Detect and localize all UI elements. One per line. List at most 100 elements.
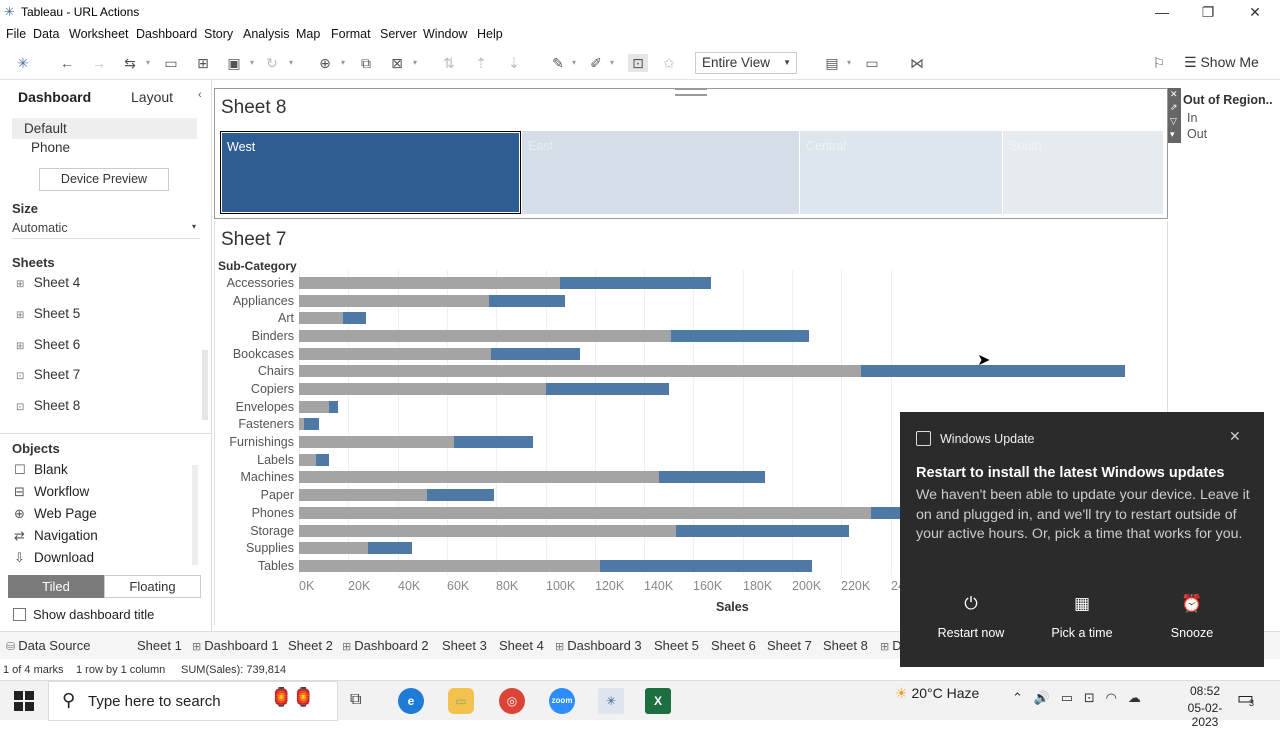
dropdown-caret-icon[interactable]: ▾ (289, 55, 297, 71)
bar-out-segment[interactable] (299, 489, 428, 501)
zoom-icon[interactable]: zoom (549, 688, 575, 714)
tab-sheet-8[interactable]: Sheet 8 (823, 638, 868, 653)
tab-dashboard[interactable]: Dashboard (18, 89, 91, 105)
bar-out-segment[interactable] (299, 507, 871, 519)
refresh-icon[interactable]: ↻ (262, 54, 282, 72)
bar-out-segment[interactable] (299, 436, 455, 448)
redo-icon[interactable]: → (89, 54, 109, 72)
menu-map[interactable]: Map (296, 27, 320, 41)
snooze-button[interactable]: ⏰ Snooze (1137, 594, 1247, 640)
menu-server[interactable]: Server (380, 27, 417, 41)
bar-out-segment[interactable] (299, 401, 329, 413)
dropdown-caret-icon[interactable]: ▾ (146, 55, 154, 71)
tab-sheet-2[interactable]: Sheet 2 (288, 638, 333, 653)
bar-in-segment[interactable] (454, 436, 534, 448)
minimize-button[interactable]: — (1147, 2, 1177, 22)
menu-dashboard[interactable]: Dashboard (136, 27, 197, 41)
size-select[interactable]: Automatic ▾ (12, 221, 200, 239)
region-west[interactable]: West (220, 131, 521, 214)
share-icon[interactable]: ⋈ (907, 54, 927, 72)
clock[interactable]: 08:52 05-02-2023 (1185, 684, 1225, 729)
dropdown-caret-icon[interactable]: ▾ (250, 55, 258, 71)
bar-out-segment[interactable] (299, 312, 344, 324)
sheet-list-item[interactable]: ⊞ Sheet 4 (16, 275, 80, 295)
tab-dashboard-3[interactable]: ⊞ Dashboard 3 (555, 638, 642, 653)
tab-data-source[interactable]: ⛁ Data Source (6, 638, 90, 653)
bar-in-segment[interactable] (560, 277, 711, 289)
clear-sheet-icon[interactable]: ⊠ (387, 54, 407, 72)
sort-ascending-icon[interactable]: ⇡ (471, 54, 491, 72)
save-icon[interactable]: ▭ (161, 54, 181, 72)
sheets-scrollbar[interactable] (202, 350, 208, 420)
dropdown-caret-icon[interactable]: ▾ (572, 55, 580, 71)
chevron-up-icon[interactable]: ⌃ (1012, 690, 1023, 705)
pick-a-time-button[interactable]: ▦ Pick a time (1027, 594, 1137, 640)
objects-scrollbar[interactable] (192, 465, 198, 565)
bar-in-segment[interactable] (676, 525, 849, 537)
bar-in-segment[interactable] (488, 295, 566, 307)
device-icon[interactable]: ▭ (862, 54, 882, 72)
restart-now-button[interactable]: ⏻ Restart now (916, 594, 1026, 640)
more-options-icon[interactable]: ▾ (1170, 129, 1175, 140)
bar-out-segment[interactable] (299, 348, 492, 360)
floating-button[interactable]: Floating (104, 575, 201, 598)
menu-window[interactable]: Window (423, 27, 467, 41)
sheet-list-item[interactable]: ⊞ Sheet 5 (16, 306, 80, 326)
bar-out-segment[interactable] (299, 560, 600, 572)
object-web-page[interactable]: ⊕ Web Page (14, 506, 97, 522)
search-placeholder[interactable]: Type here to search (88, 693, 221, 710)
bar-in-segment[interactable] (328, 401, 339, 413)
bar-in-segment[interactable] (343, 312, 366, 324)
fit-icon[interactable]: ⊡ (628, 54, 648, 72)
pin-icon[interactable]: ✩ (659, 54, 679, 72)
bar-out-segment[interactable] (299, 454, 317, 466)
wifi-icon[interactable]: ◠ (1106, 690, 1117, 705)
dropdown-caret-icon[interactable]: ▾ (413, 55, 421, 71)
presentation-icon[interactable]: ▤ (822, 54, 842, 72)
replace-data-icon[interactable]: ⇆ (120, 54, 140, 72)
tab-sheet-4[interactable]: Sheet 4 (499, 638, 544, 653)
battery-icon[interactable]: ▭ (1061, 690, 1073, 705)
bar-out-segment[interactable] (299, 295, 489, 307)
restore-button[interactable]: ❐ (1193, 2, 1223, 22)
windows-start-icon[interactable] (14, 691, 34, 711)
bar-in-segment[interactable] (545, 383, 669, 395)
tableau-taskbar-icon[interactable]: ✳ (598, 688, 624, 714)
new-worksheet-icon[interactable]: ⊕ (315, 54, 335, 72)
tab-sheet-6[interactable]: Sheet 6 (711, 638, 756, 653)
bar-in-segment[interactable] (671, 330, 810, 342)
menu-worksheet[interactable]: Worksheet (69, 27, 129, 41)
dropdown-caret-icon[interactable]: ▾ (341, 55, 349, 71)
move-handle-icon[interactable] (675, 88, 707, 96)
duplicate-icon[interactable]: ⧉ (356, 54, 376, 72)
show-title-checkbox[interactable]: Show dashboard title (13, 607, 154, 622)
new-sheet-icon[interactable]: ▣ (224, 54, 244, 72)
display-icon[interactable]: ⊡ (1084, 690, 1095, 705)
sheet-list-item[interactable]: ⊞ Sheet 6 (16, 337, 80, 357)
toast-close-icon[interactable]: ✕ (1229, 428, 1241, 445)
highlight-icon[interactable]: ✎ (548, 54, 568, 72)
remove-icon[interactable]: ✕ (1170, 89, 1178, 100)
region-central[interactable]: Central (800, 131, 1002, 214)
weather-widget[interactable]: ☀ 20°C Haze (895, 685, 979, 702)
file-explorer-icon[interactable]: ▭ (448, 688, 474, 714)
bar-in-segment[interactable] (316, 454, 329, 466)
dropdown-caret-icon[interactable]: ▾ (847, 55, 855, 71)
object-navigation[interactable]: ⇄ Navigation (14, 528, 98, 544)
volume-icon[interactable]: 🔊 (1034, 690, 1050, 705)
menu-format[interactable]: Format (331, 27, 371, 41)
legend-item-in[interactable]: In (1187, 111, 1197, 125)
object-workflow[interactable]: ⊟ Workflow (14, 484, 89, 500)
sheet-list-item[interactable]: ⊡ Sheet 7 (16, 367, 80, 387)
bar-out-segment[interactable] (299, 525, 677, 537)
bar-in-segment[interactable] (599, 560, 812, 572)
sheet-list-item[interactable]: ⊡ Sheet 8 (16, 398, 80, 418)
swap-icon[interactable]: ⇅ (439, 54, 459, 72)
chrome-icon[interactable]: ◎ (499, 688, 525, 714)
cloud-icon[interactable]: ☁ (1128, 690, 1141, 705)
bar-in-segment[interactable] (861, 365, 1125, 377)
edge-icon[interactable]: e (398, 688, 424, 714)
device-preview-button[interactable]: Device Preview (39, 168, 169, 191)
go-to-sheet-icon[interactable]: ⇗ (1170, 102, 1178, 113)
bar-in-segment[interactable] (427, 489, 494, 501)
